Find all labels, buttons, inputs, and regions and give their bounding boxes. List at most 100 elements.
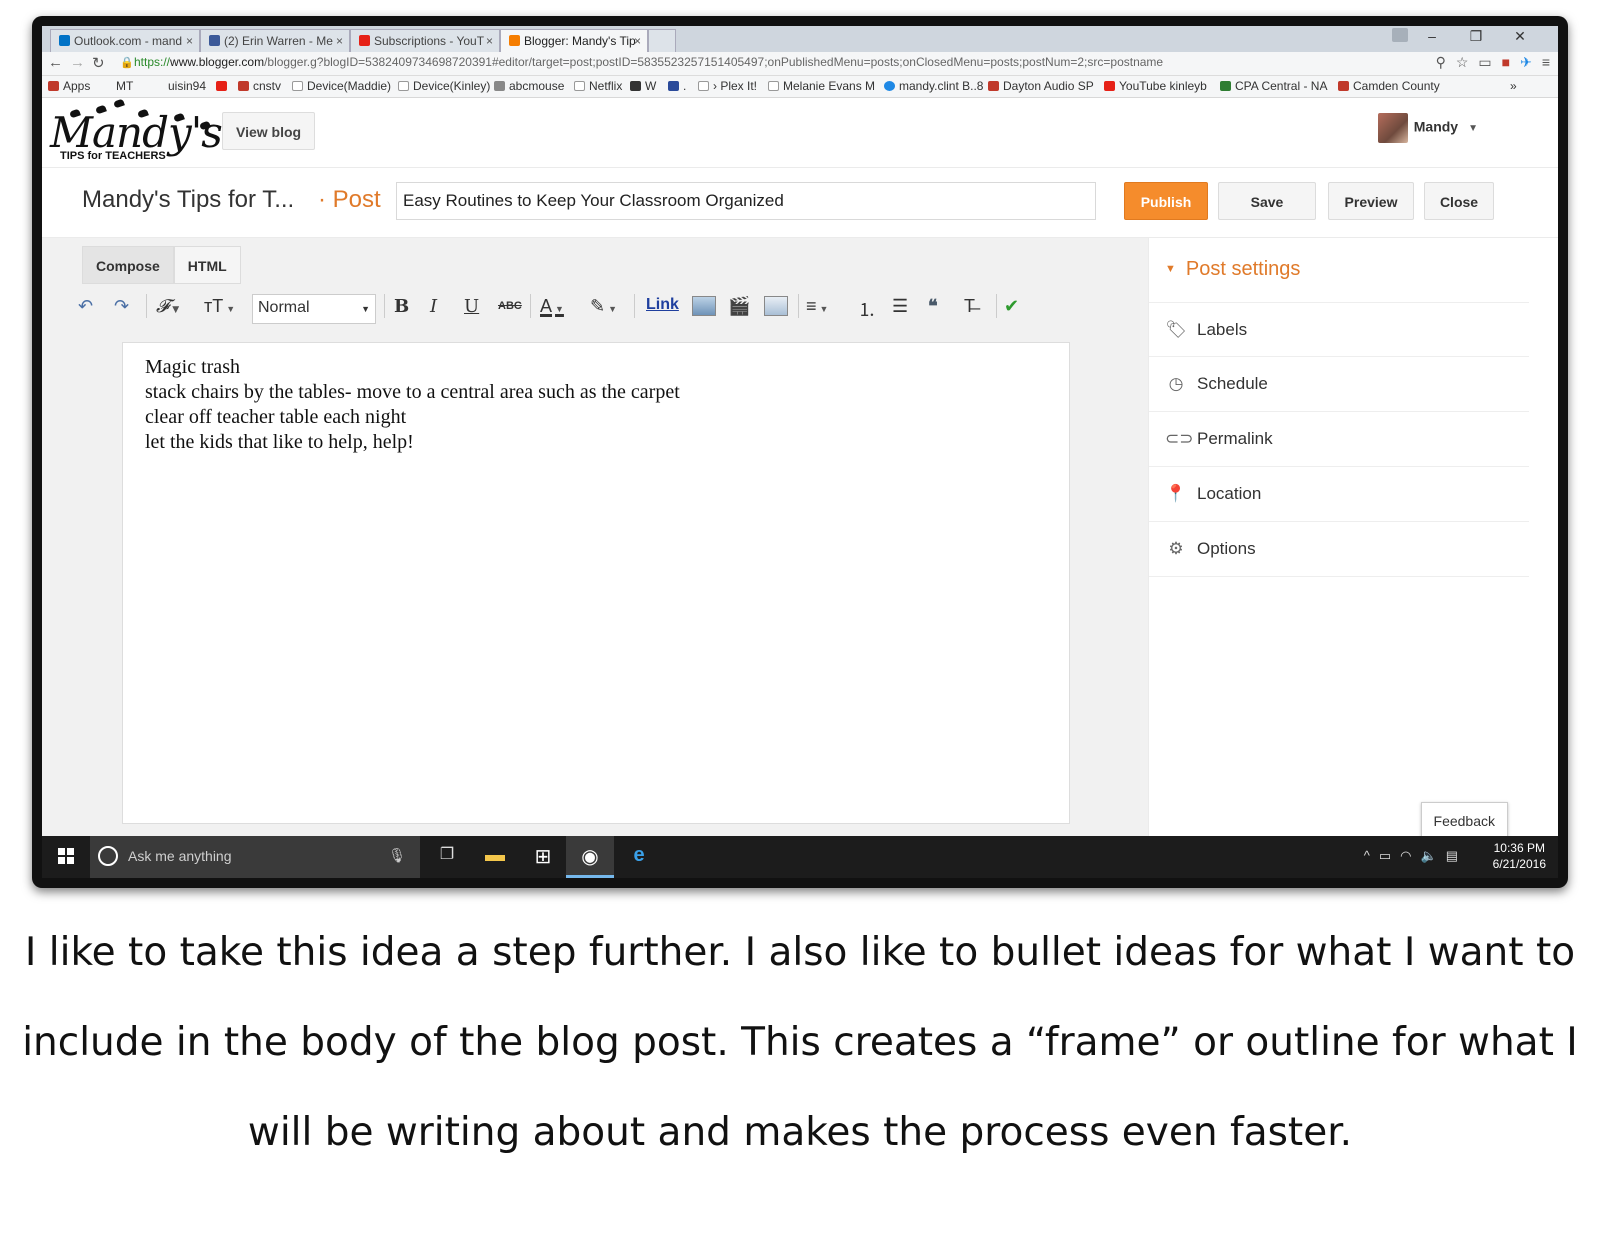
font-size-icon[interactable]: тT ▼ (204, 296, 235, 317)
post-title-input[interactable]: Easy Routines to Keep Your Classroom Org… (396, 182, 1096, 220)
bird-extension-icon[interactable]: ✈ (1520, 54, 1532, 70)
close-tab-icon[interactable]: × (186, 34, 193, 48)
user-menu[interactable]: Mandy ▼ (1377, 113, 1478, 147)
bookmark-item[interactable]: Netflix (574, 79, 622, 93)
highlight-color-icon[interactable]: ✎ ▼ (590, 296, 617, 317)
bold-icon[interactable]: B (394, 296, 409, 317)
minimize-icon[interactable]: – (1410, 28, 1454, 44)
bookmark-item[interactable]: YouTube kinleyb (1104, 79, 1207, 93)
text-color-icon[interactable]: A ▼ (540, 296, 564, 317)
settings-item-labels[interactable]: 🏷 Labels (1149, 302, 1529, 357)
settings-item-permalink[interactable]: ⊂⊃ Permalink (1149, 412, 1529, 467)
link-icon: ⊂⊃ (1165, 429, 1194, 448)
more-bookmarks-icon[interactable]: » (1510, 79, 1517, 93)
settings-item-location[interactable]: 📍 Location (1149, 467, 1529, 522)
italic-icon[interactable]: I (430, 296, 437, 317)
tab-facebook[interactable]: (2) Erin Warren - Me × (200, 29, 350, 52)
volume-icon[interactable]: 🔈 (1421, 848, 1437, 863)
battery-icon[interactable]: ▭ (1379, 848, 1391, 863)
bookmark-item[interactable]: MT (116, 79, 133, 93)
publish-button[interactable]: Publish (1124, 182, 1208, 220)
align-icon[interactable]: ≡ ▼ (806, 296, 828, 317)
font-family-icon[interactable]: 𝓕 ▼ (156, 296, 179, 317)
bookmark-item[interactable]: abcmouse (494, 79, 564, 93)
menu-icon[interactable]: ≡ (1542, 54, 1550, 70)
close-tab-icon[interactable]: × (336, 34, 343, 48)
blog-logo[interactable]: Mandy's TIPS for TEACHERS (44, 98, 223, 168)
restore-icon[interactable]: ❐ (1454, 28, 1498, 45)
bulleted-list-icon[interactable]: ☰ (892, 296, 908, 317)
bookmark-item[interactable]: W (630, 79, 656, 93)
bookmark-item[interactable]: Camden County (1338, 79, 1440, 93)
task-view-icon[interactable]: ❐ (434, 844, 460, 870)
forward-icon[interactable]: → (70, 54, 85, 71)
bookmark-item[interactable] (216, 79, 231, 93)
bookmark-item[interactable]: Device(Maddie) (292, 79, 391, 93)
bookmark-item[interactable]: mandy.clint B..8 (884, 79, 983, 93)
link-button[interactable]: Link (646, 296, 679, 314)
search-placeholder: Ask me anything (128, 848, 232, 864)
bookmark-item[interactable]: CPA Central - NA (1220, 79, 1327, 93)
bookmark-item[interactable]: Dayton Audio SP (988, 79, 1094, 93)
cast-icon[interactable]: ▭ (1478, 54, 1491, 70)
microphone-icon[interactable]: 🎙 (388, 847, 406, 864)
extension-icon[interactable]: ■ (1502, 54, 1510, 70)
post-settings-heading[interactable]: ▼ Post settings (1165, 258, 1300, 281)
insert-image-icon[interactable] (692, 296, 716, 316)
body-line: clear off teacher table each night (145, 406, 407, 428)
strikethrough-icon[interactable]: ABC (498, 300, 522, 312)
close-button[interactable]: Close (1424, 182, 1494, 220)
chrome-icon[interactable]: ◉ (566, 836, 614, 878)
format-select[interactable]: Normal ▼ (252, 294, 376, 324)
insert-jump-break-icon[interactable] (764, 296, 788, 316)
close-tab-icon[interactable]: × (486, 34, 493, 48)
store-icon[interactable]: ⊞ (530, 844, 556, 870)
chevron-up-icon[interactable]: ^ (1364, 848, 1370, 863)
reload-icon[interactable]: ↻ (92, 54, 105, 72)
bookmark-item[interactable]: cnstv (238, 79, 281, 93)
internet-explorer-icon[interactable]: e (626, 844, 652, 870)
quote-icon[interactable]: ❝ (928, 296, 938, 317)
settings-item-options[interactable]: ⚙ Options (1149, 522, 1529, 577)
underline-icon[interactable]: U (464, 296, 479, 317)
remove-formatting-icon[interactable]: T̶ (964, 296, 975, 317)
tab-blogger[interactable]: Blogger: Mandy's Tip × (500, 29, 648, 52)
close-icon[interactable]: ✕ (1498, 28, 1542, 45)
apps-bookmark[interactable]: Apps (48, 79, 90, 93)
profile-icon[interactable] (1392, 28, 1408, 42)
star-icon[interactable]: ☆ (1456, 54, 1469, 70)
redo-icon[interactable]: ↷ (114, 296, 129, 317)
numbered-list-icon[interactable]: ⒈ (858, 296, 876, 322)
bookmark-item[interactable]: › Plex It! (698, 79, 757, 93)
bookmark-item[interactable]: Device(Kinley) (398, 79, 490, 93)
spellcheck-icon[interactable]: ✔ (1004, 296, 1019, 317)
wifi-icon[interactable]: ◠ (1400, 848, 1411, 863)
taskbar-clock[interactable]: 10:36 PM 6/21/2016 (1493, 840, 1546, 872)
bookmark-item[interactable]: uisin94 (168, 79, 206, 93)
cortana-search-box[interactable]: Ask me anything 🎙 (90, 836, 420, 878)
post-body-editor[interactable]: Magic trash stack chairs by the tables- … (122, 342, 1070, 824)
close-tab-icon[interactable]: × (634, 34, 641, 48)
blog-name[interactable]: Mandy's Tips for T... (82, 186, 294, 214)
view-blog-button[interactable]: View blog (222, 112, 316, 150)
windows-start-icon[interactable] (58, 848, 74, 864)
back-icon[interactable]: ← (48, 54, 63, 71)
bookmark-item[interactable]: . (668, 79, 686, 93)
zoom-icon[interactable]: ⚲ (1436, 54, 1446, 70)
save-button[interactable]: Save (1218, 182, 1316, 220)
notifications-icon[interactable]: ▤ (1446, 848, 1458, 863)
tab-outlook[interactable]: Outlook.com - mand × (50, 29, 200, 52)
undo-icon[interactable]: ↶ (78, 296, 93, 317)
tab-compose[interactable]: Compose (82, 246, 174, 284)
settings-item-schedule[interactable]: ◷ Schedule (1149, 357, 1529, 412)
url-field[interactable]: 🔒 https://www.blogger.com/blogger.g?blog… (118, 55, 1398, 73)
url-path: /blogger.g?blogID=5382409734698720391#ed… (264, 55, 1164, 69)
new-tab-button[interactable] (648, 29, 676, 52)
tab-youtube[interactable]: Subscriptions - YouT × (350, 29, 500, 52)
insert-video-icon[interactable]: 🎬 (728, 296, 750, 317)
bookmark-item[interactable]: Melanie Evans M (768, 79, 875, 93)
tab-html[interactable]: HTML (173, 246, 241, 284)
feedback-button[interactable]: Feedback (1420, 802, 1508, 838)
preview-button[interactable]: Preview (1328, 182, 1414, 220)
file-explorer-icon[interactable]: ▬ (482, 844, 508, 870)
